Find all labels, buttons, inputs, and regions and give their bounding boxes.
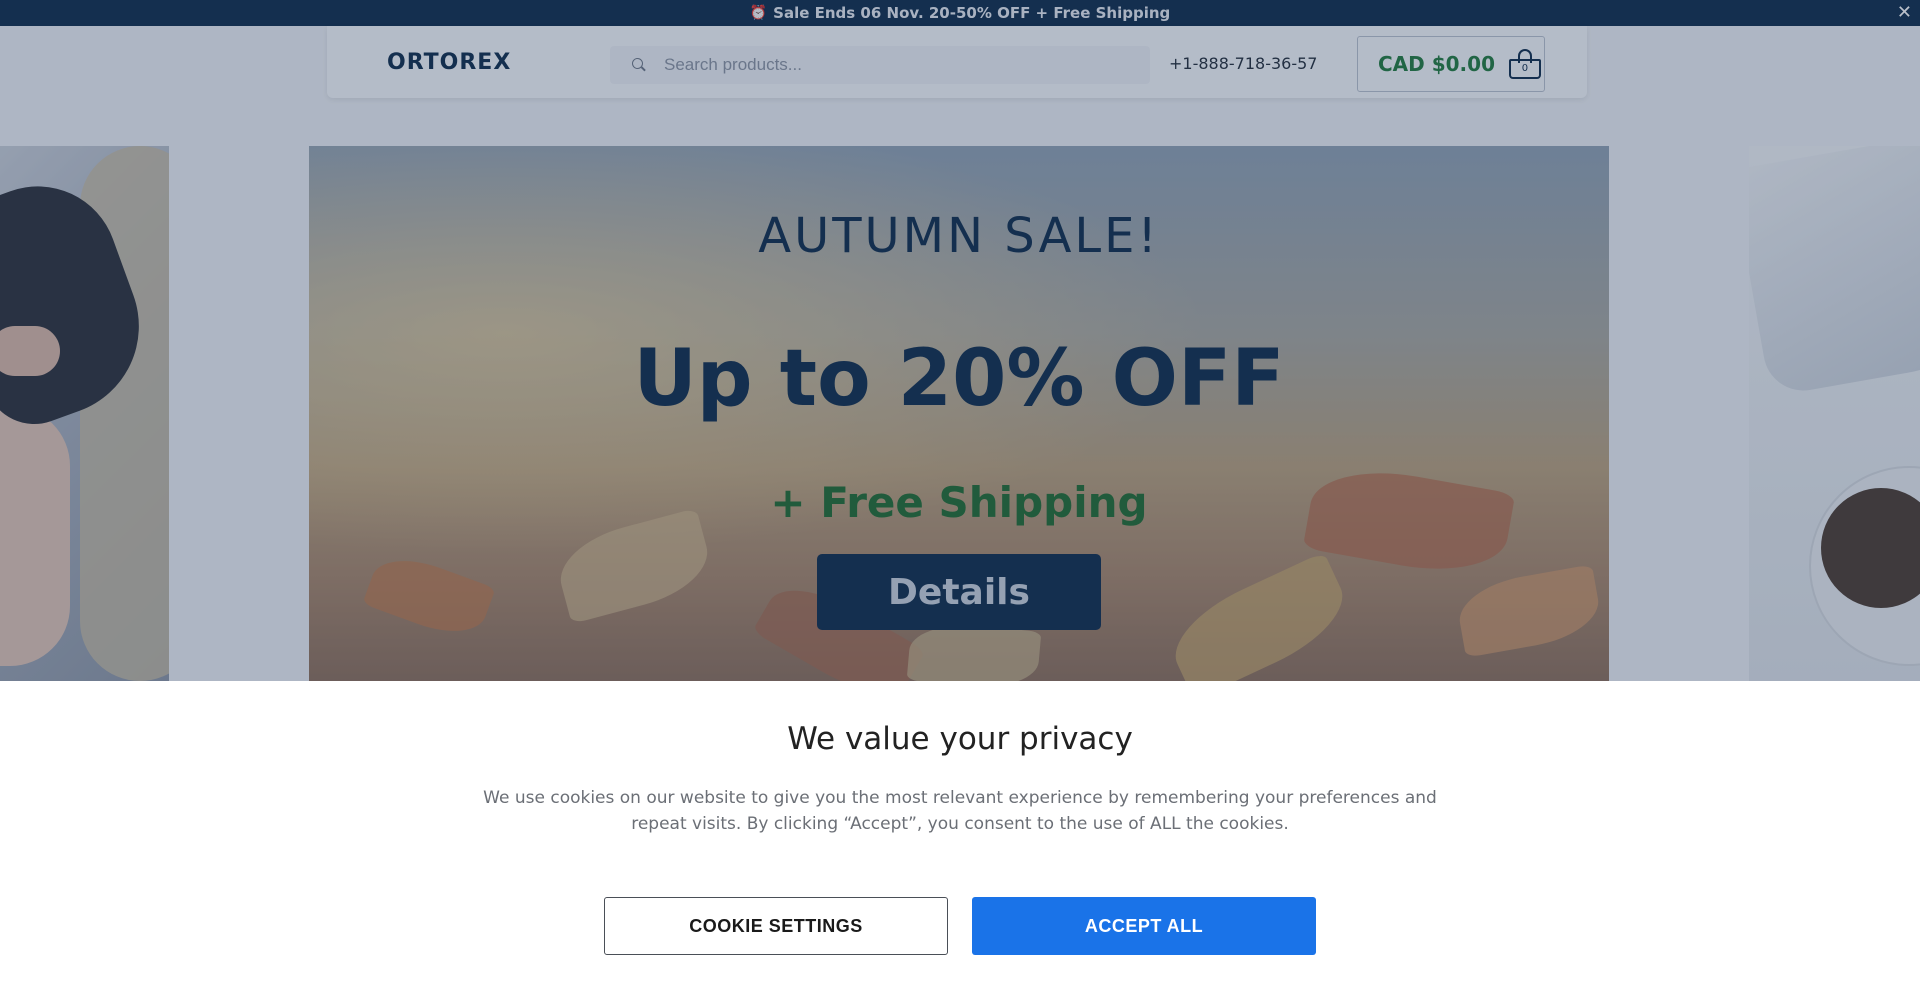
- cookie-title: We value your privacy: [787, 721, 1133, 757]
- accept-all-button[interactable]: ACCEPT ALL: [972, 897, 1316, 955]
- cookie-settings-button[interactable]: COOKIE SETTINGS: [604, 897, 948, 955]
- cookie-banner: We value your privacy We use cookies on …: [0, 681, 1920, 993]
- modal-overlay: [0, 0, 1920, 681]
- cookie-text: We use cookies on our website to give yo…: [483, 788, 1437, 834]
